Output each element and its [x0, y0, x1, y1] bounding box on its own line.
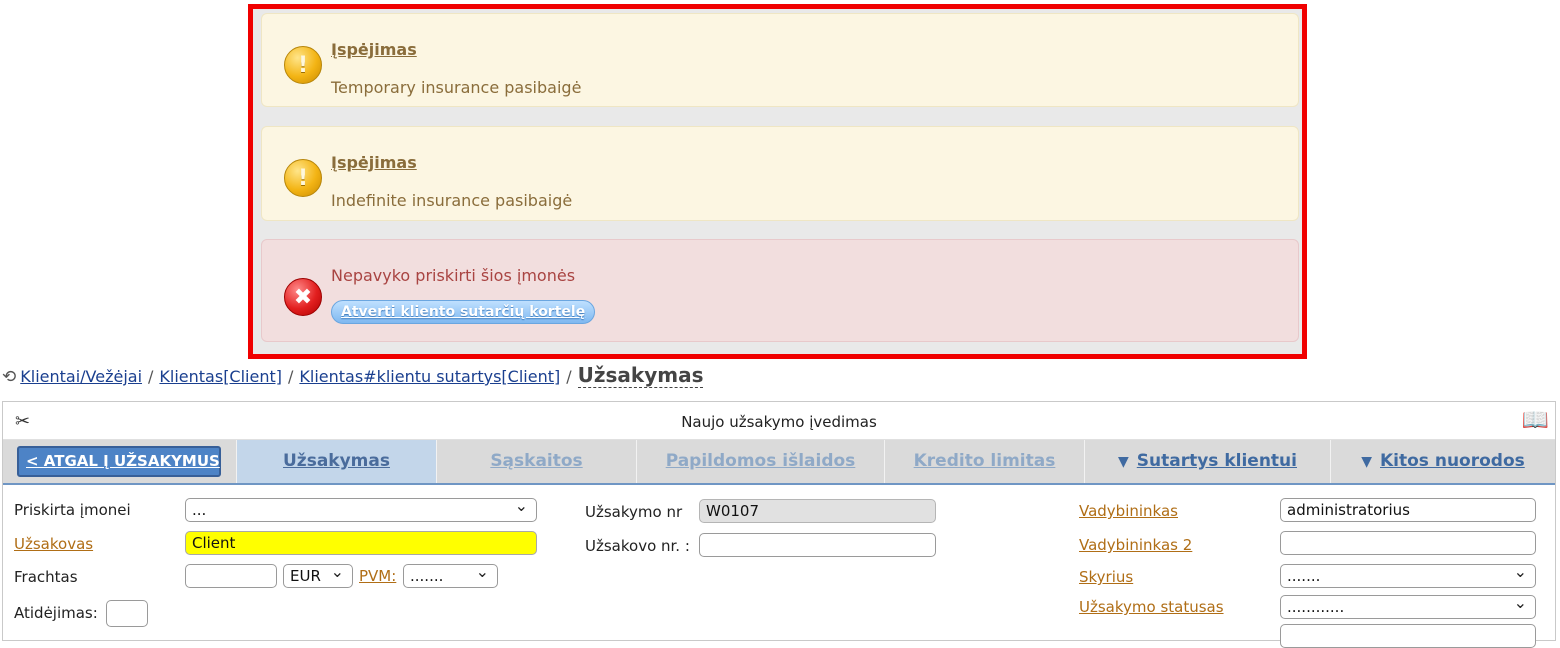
order-number-field: W0107 — [699, 499, 936, 523]
alerts-highlight-frame: ! Įspėjimas Temporary insurance pasibaig… — [248, 4, 1307, 359]
warning-icon: ! — [284, 46, 322, 84]
assigned-company-select[interactable]: ... — [185, 495, 537, 522]
warning-alert-1: ! Įspėjimas Temporary insurance pasibaig… — [261, 13, 1299, 107]
client-order-number-label: Užsakovo nr. : — [585, 537, 690, 555]
tab-bar: < ATGAL Į UŽSAKYMUS Užsakymas Sąskaitos … — [3, 440, 1555, 485]
breadcrumb-separator: / — [288, 367, 294, 386]
order-status-select[interactable]: ............ — [1280, 592, 1536, 619]
breadcrumb-separator: / — [566, 367, 572, 386]
tab-other-links[interactable]: ▼ Kitos nuorodos — [1330, 440, 1555, 483]
tab-label: Kitos nuorodos — [1380, 451, 1525, 471]
next-field-partial[interactable] — [1280, 624, 1536, 648]
breadcrumb-link-clients[interactable]: Klientai/Vežėjai — [20, 367, 142, 386]
tab-label: Sutartys klientui — [1136, 451, 1297, 471]
warning-alert-2: ! Įspėjimas Indefinite insurance pasibai… — [261, 126, 1299, 221]
tab-client-contracts[interactable]: ▼ Sutartys klientui — [1084, 440, 1330, 483]
breadcrumb-current: Užsakymas — [577, 363, 704, 388]
tab-invoices[interactable]: Sąskaitos — [436, 440, 636, 483]
book-view-icon[interactable]: 📖 — [1522, 408, 1549, 433]
back-to-orders-button[interactable]: < ATGAL Į UŽSAKYMUS — [17, 446, 221, 477]
panel-header: ✂ Naujo užsakymo įvedimas 📖 — [3, 402, 1555, 440]
freight-input[interactable] — [185, 564, 277, 588]
currency-select[interactable]: EUR — [283, 561, 353, 588]
order-panel: ✂ Naujo užsakymo įvedimas 📖 < ATGAL Į UŽ… — [2, 401, 1556, 648]
assigned-company-label: Priskirta įmonei — [14, 501, 131, 519]
department-label-link[interactable]: Skyrius — [1079, 568, 1133, 586]
client-field[interactable]: Client — [185, 531, 537, 555]
warning-icon: ! — [284, 159, 322, 197]
tab-order[interactable]: Užsakymas — [236, 440, 436, 483]
breadcrumb: ⟲ Klientai/Vežėjai / Klientas[Client] / … — [2, 363, 704, 388]
order-number-label: Užsakymo nr — [585, 503, 683, 521]
panel-title: Naujo užsakymo įvedimas — [681, 413, 877, 431]
freight-label: Frachtas — [14, 568, 78, 586]
error-alert: ✖ Nepavyko priskirti šios įmonės Atverti… — [261, 239, 1299, 342]
breadcrumb-link-contracts[interactable]: Klientas#klientu sutartys[Client] — [299, 367, 560, 386]
breadcrumb-separator: / — [148, 367, 154, 386]
open-client-contracts-button[interactable]: Atverti kliento sutarčių kortelę — [331, 300, 596, 324]
caret-down-icon: ▼ — [1361, 454, 1372, 470]
vat-label-link[interactable]: PVM: — [359, 567, 396, 585]
history-icon[interactable]: ⟲ — [2, 367, 16, 387]
deferral-input[interactable] — [106, 600, 148, 627]
manager-label-link[interactable]: Vadybininkas — [1079, 502, 1178, 520]
alert-title[interactable]: Įspėjimas — [331, 40, 417, 59]
alert-message: Nepavyko priskirti šios įmonės — [331, 266, 576, 285]
breadcrumb-link-client[interactable]: Klientas[Client] — [159, 367, 282, 386]
order-status-label-link[interactable]: Užsakymo statusas — [1079, 598, 1224, 616]
alert-title[interactable]: Įspėjimas — [331, 153, 417, 172]
client-order-number-input[interactable] — [699, 533, 936, 557]
manager2-label-link[interactable]: Vadybininkas 2 — [1079, 536, 1192, 554]
tab-credit-limit[interactable]: Kredito limitas — [884, 440, 1084, 483]
vat-select[interactable]: ....... — [403, 561, 498, 588]
caret-down-icon: ▼ — [1117, 454, 1129, 470]
client-label-link[interactable]: Užsakovas — [14, 535, 93, 553]
deferral-label: Atidėjimas: — [14, 604, 98, 622]
error-icon: ✖ — [284, 278, 322, 316]
manager-input[interactable]: administratorius — [1280, 498, 1536, 522]
alert-message: Temporary insurance pasibaigė — [331, 78, 582, 97]
tab-additional-costs[interactable]: Papildomos išlaidos — [636, 440, 884, 483]
alert-message: Indefinite insurance pasibaigė — [331, 191, 573, 210]
manager2-input[interactable] — [1280, 531, 1536, 555]
department-select[interactable]: ....... — [1280, 561, 1536, 588]
